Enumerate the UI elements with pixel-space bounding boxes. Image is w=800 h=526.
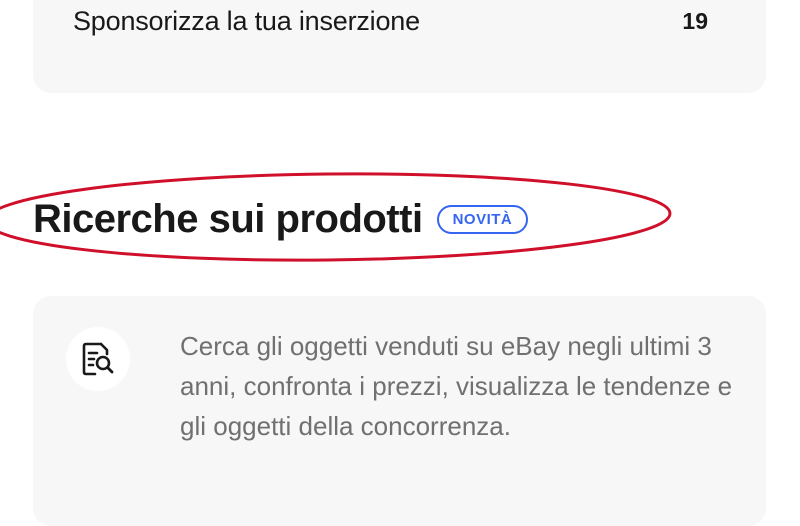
sponsor-listing-label: Sponsorizza la tua inserzione xyxy=(73,5,420,36)
sponsor-listing-count: 19 xyxy=(682,7,708,34)
section-title: Ricerche sui prodotti xyxy=(33,196,423,241)
research-description: Cerca gli oggetti venduti su eBay negli … xyxy=(180,331,733,441)
sponsor-listing-card[interactable]: Sponsorizza la tua inserzione 19 xyxy=(33,0,766,93)
research-icon-container xyxy=(66,327,130,391)
sponsor-listing-row[interactable]: Sponsorizza la tua inserzione 19 xyxy=(73,0,708,62)
document-search-icon xyxy=(82,342,114,376)
product-research-card[interactable]: Cerca gli oggetti venduti su eBay negli … xyxy=(33,296,766,526)
product-research-heading: Ricerche sui prodotti NOVITÀ xyxy=(33,193,529,245)
new-badge: NOVITÀ xyxy=(436,204,529,234)
